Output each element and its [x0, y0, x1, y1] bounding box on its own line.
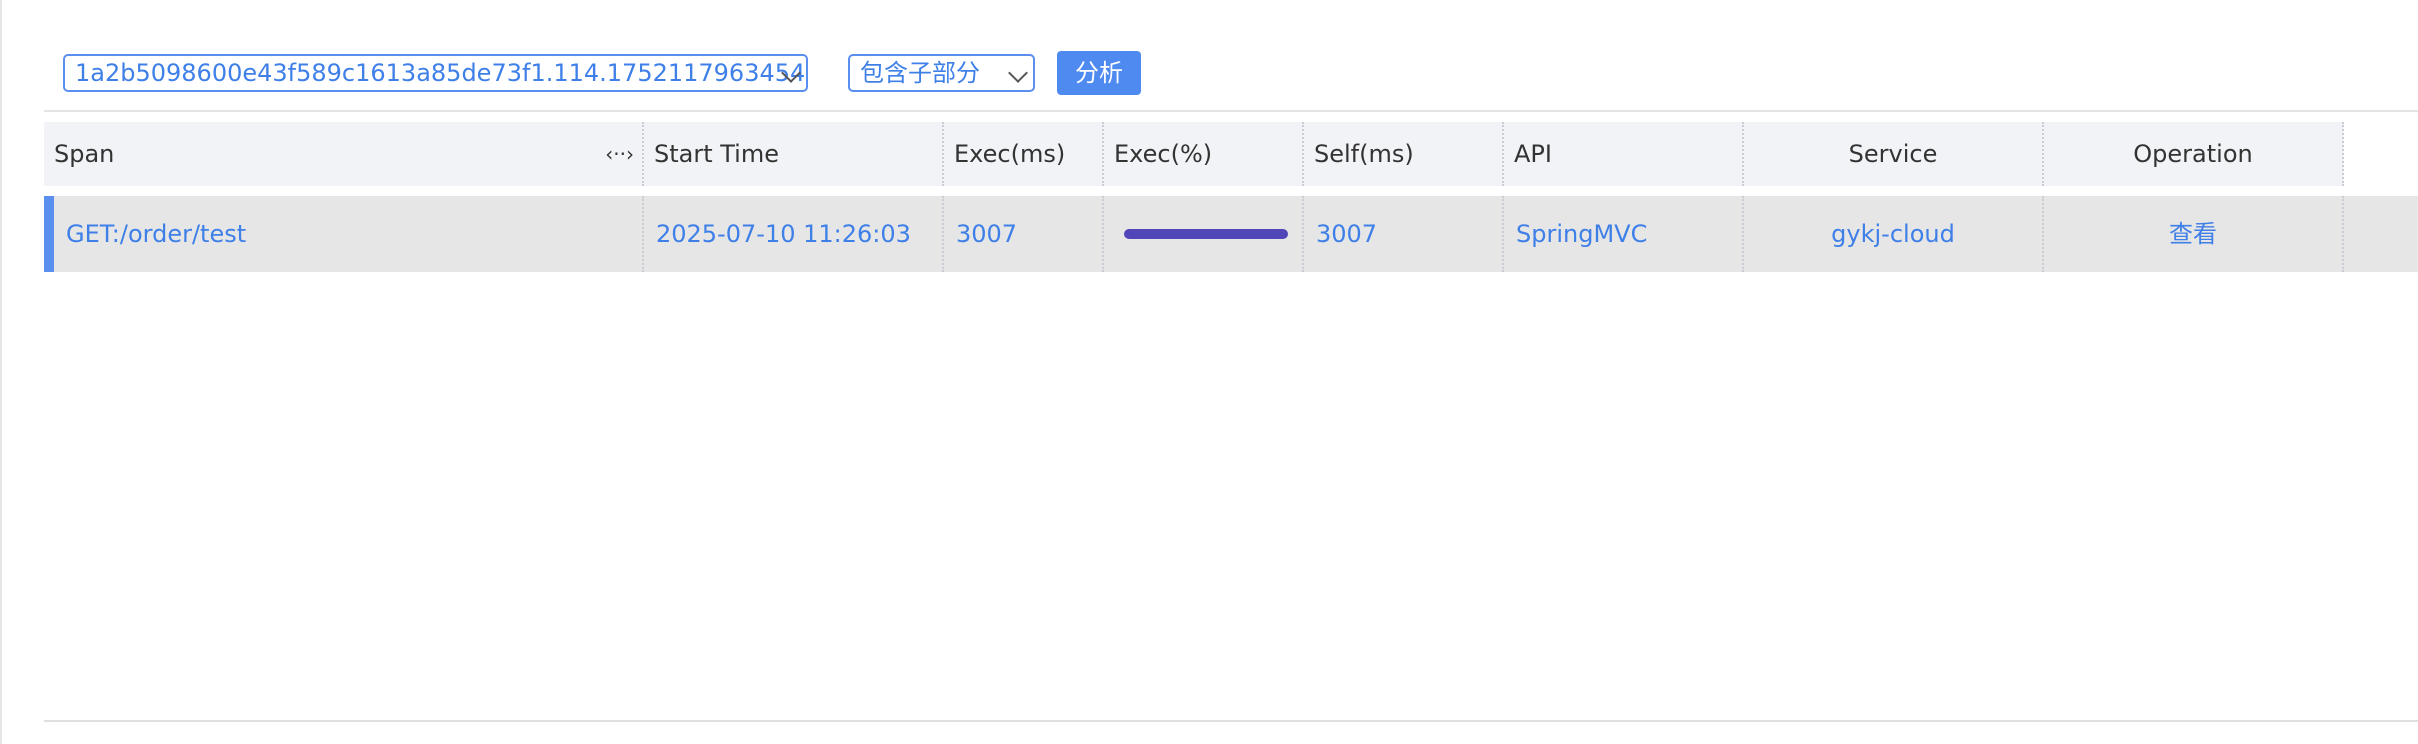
column-header-self-ms[interactable]: Self(ms) — [1304, 122, 1504, 186]
trace-id-value: 1a2b5098600e43f589c1613a85de73f1.114.175… — [75, 59, 808, 87]
column-header-exec-pct[interactable]: Exec(%) — [1104, 122, 1304, 186]
column-resize-icon[interactable]: ‹··› — [605, 122, 634, 186]
column-header-label: Operation — [2133, 140, 2253, 168]
divider — [44, 110, 2418, 112]
column-header-service[interactable]: Service — [1744, 122, 2044, 186]
scope-select[interactable]: 包含子部分 — [848, 54, 1035, 92]
cell-api: SpringMVC — [1504, 196, 1744, 272]
cell-service: gykj-cloud — [1744, 196, 2044, 272]
cell-exec-ms: 3007 — [944, 196, 1104, 272]
analyze-button[interactable]: 分析 — [1057, 51, 1141, 95]
column-header-label: Start Time — [654, 140, 779, 168]
view-link[interactable]: 查看 — [2044, 196, 2344, 272]
table-header: Span ‹··› Start Time Exec(ms) Exec(%) Se… — [44, 122, 2418, 186]
cell-exec-pct — [1104, 196, 1304, 272]
scope-value: 包含子部分 — [860, 59, 980, 87]
column-header-operation[interactable]: Operation — [2044, 122, 2344, 186]
column-header-label: Exec(%) — [1114, 140, 1213, 168]
column-header-span[interactable]: Span ‹··› — [44, 122, 644, 186]
cell-start-time: 2025-07-10 11:26:03 — [644, 196, 944, 272]
cell-span[interactable]: GET:/order/test — [54, 196, 644, 272]
chevron-down-icon — [1008, 63, 1028, 83]
column-header-label: Self(ms) — [1314, 140, 1414, 168]
column-header-label: Span — [54, 140, 115, 168]
column-header-label: Service — [1848, 140, 1938, 168]
exec-progress-fill — [1124, 229, 1288, 239]
trace-analysis-page: 1a2b5098600e43f589c1613a85de73f1.114.175… — [0, 0, 2418, 744]
column-header-exec-ms[interactable]: Exec(ms) — [944, 122, 1104, 186]
column-header-label: Exec(ms) — [954, 140, 1066, 168]
cell-self-ms: 3007 — [1304, 196, 1504, 272]
toolbar: 1a2b5098600e43f589c1613a85de73f1.114.175… — [2, 0, 2418, 110]
trace-id-select[interactable]: 1a2b5098600e43f589c1613a85de73f1.114.175… — [63, 54, 808, 92]
table-row[interactable]: GET:/order/test 2025-07-10 11:26:03 3007… — [44, 196, 2418, 272]
exec-progress-bar — [1124, 229, 1288, 239]
column-header-api[interactable]: API — [1504, 122, 1744, 186]
row-selected-indicator — [44, 196, 54, 272]
column-header-label: API — [1514, 140, 1552, 168]
divider — [44, 720, 2418, 722]
column-header-start-time[interactable]: Start Time — [644, 122, 944, 186]
